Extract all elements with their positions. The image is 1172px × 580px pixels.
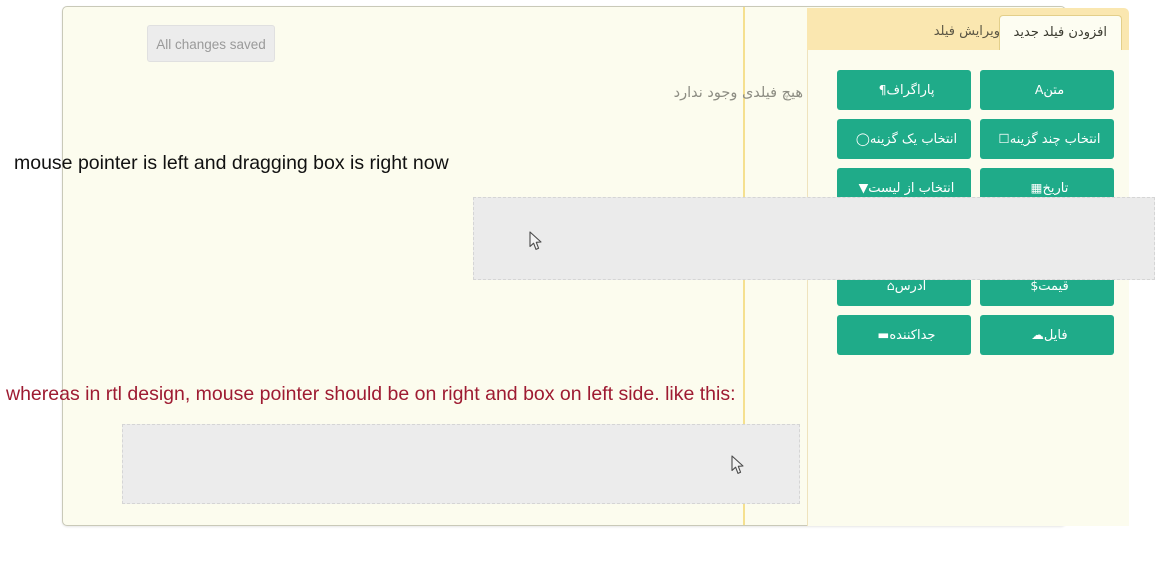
field-button-label: متن — [1043, 83, 1065, 98]
field-button-label: جداکننده — [889, 328, 936, 343]
empty-state-message: هیچ فیلدی وجود ندارد — [673, 85, 803, 101]
palette-tab-bar: افزودن فیلد جدید ویرایش فیلد — [807, 8, 1129, 50]
field-button-single-choice[interactable]: انتخاب یک گزینه◯ — [837, 119, 971, 159]
paragraph-icon: ¶ — [878, 82, 887, 97]
screenshot-root: All changes saved هیچ فیلدی وجود ندارد ا… — [0, 0, 1172, 580]
drag-placeholder-box-bottom[interactable] — [122, 424, 800, 504]
separator-icon: ▬ — [877, 327, 890, 342]
drag-placeholder-box-top[interactable] — [473, 197, 1155, 280]
cloud-upload-icon: ☁ — [1031, 327, 1044, 342]
field-button-paragraph[interactable]: پاراگراف¶ — [837, 70, 971, 110]
radio-circle-icon: ◯ — [855, 131, 870, 146]
tab-add-new-field[interactable]: افزودن فیلد جدید — [998, 15, 1122, 50]
field-button-label: انتخاب چند گزینه — [1009, 132, 1101, 147]
checkbox-icon: ☐ — [998, 131, 1010, 146]
palette-body: متنA پاراگراف¶ انتخاب چند گزینه☐ انتخاب یک … — [807, 50, 1129, 526]
all-changes-saved-button[interactable]: All changes saved — [147, 25, 275, 62]
tab-edit-field[interactable]: ویرایش فیلد — [920, 15, 1014, 50]
field-button-multiple-choice[interactable]: انتخاب چند گزینه☐ — [980, 119, 1114, 159]
field-button-file[interactable]: فایل☁ — [980, 315, 1114, 355]
field-button-row: متنA پاراگراف¶ — [826, 70, 1114, 110]
field-button-row: فایل☁ جداکننده▬ — [826, 315, 1114, 355]
field-button-row: انتخاب چند گزینه☐ انتخاب یک گزینه◯ — [826, 119, 1114, 159]
field-button-label: انتخاب یک گزینه — [869, 132, 958, 147]
annotation-text-top: mouse pointer is left and dragging box i… — [14, 152, 449, 174]
field-button-separator[interactable]: جداکننده▬ — [837, 315, 971, 355]
field-button-label: پاراگراف — [886, 83, 935, 98]
field-button-label: فایل — [1043, 328, 1068, 343]
field-button-text[interactable]: متنA — [980, 70, 1114, 110]
annotation-text-bottom: whereas in rtl design, mouse pointer sho… — [6, 383, 736, 405]
letter-a-icon: A — [1034, 82, 1044, 97]
